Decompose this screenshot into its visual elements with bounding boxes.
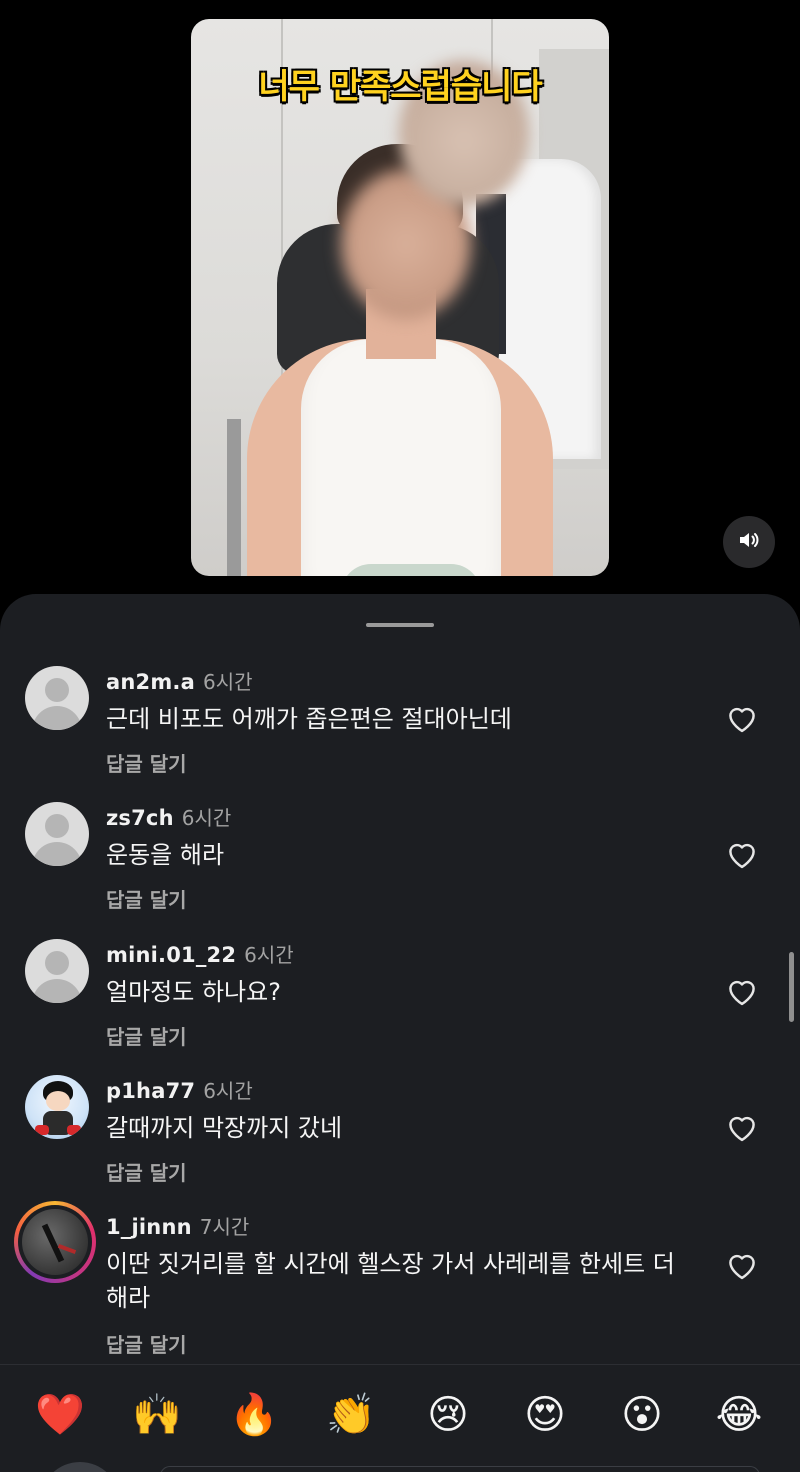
comment-time: 6시간 [181,806,232,830]
comment-text: 근데 비포도 어깨가 좁은편은 절대아닌데 [106,705,512,733]
video-player[interactable]: 너무 만족스럽습니다 [191,19,609,576]
heart-icon [725,703,759,737]
emoji-red-heart[interactable]: ❤️ [32,1387,88,1443]
comment-username[interactable]: p1ha77 [106,1079,195,1103]
comment-time: 6시간 [244,943,294,967]
comment-time: 6시간 [203,1079,253,1103]
emoji-surprised-face[interactable]: 😮 [614,1387,670,1443]
tank-top [301,339,501,576]
comment-username[interactable]: an2m.a [106,670,195,694]
drag-handle[interactable] [366,623,434,627]
comment-input[interactable] [160,1466,760,1472]
heart-icon [725,1112,759,1146]
heart-icon [725,839,759,873]
astro-boy-avatar[interactable] [25,1075,89,1139]
emoji-clapping-hands[interactable]: 👏 [323,1387,379,1443]
comment-meta: 1_jinnn 7시간 [106,1211,249,1239]
comment-text: 운동을 해라 [106,841,225,869]
emoji-fire[interactable]: 🔥 [226,1387,282,1443]
comment-meta: zs7ch 6시간 [106,802,231,830]
reply-button[interactable]: 답글 달기 [106,1157,187,1186]
reply-button[interactable]: 답글 달기 [106,884,187,913]
like-button[interactable] [724,1249,760,1285]
comment-meta: an2m.a 6시간 [106,666,253,694]
like-button[interactable] [724,1111,760,1147]
emoji-raised-hands[interactable]: 🙌 [129,1387,185,1443]
comment-item: p1ha77 6시간 갈때까지 막장까지 갔네 답글 달기 [0,1075,800,1195]
story-ring-avatar[interactable] [14,1201,96,1283]
comment-meta: mini.01_22 6시간 [106,939,294,967]
comment-item: 1_jinnn 7시간 이딴 짓거리를 할 시간에 헬스장 가서 사레레를 한세… [0,1201,800,1361]
reply-button[interactable]: 답글 달기 [106,748,187,777]
comment-item: an2m.a 6시간 근데 비포도 어깨가 좁은편은 절대아닌데 답글 달기 [0,666,800,786]
comment-meta: p1ha77 6시간 [106,1075,253,1103]
default-avatar[interactable] [25,802,89,866]
emoji-crying-face[interactable]: 😢 [420,1387,476,1443]
comment-time: 7시간 [199,1215,250,1239]
default-avatar[interactable] [25,939,89,1003]
default-avatar[interactable] [25,666,89,730]
comment-username[interactable]: mini.01_22 [106,943,236,967]
comment-username[interactable]: 1_jinnn [106,1215,192,1239]
emoji-heart-eyes[interactable]: 😍 [517,1387,573,1443]
comment-item: mini.01_22 6시간 얼마정도 하나요? 답글 달기 [0,939,800,1059]
emoji-tears-of-joy[interactable]: 😂 [711,1387,767,1443]
video-caption: 너무 만족스럽습니다 [258,67,542,107]
heart-icon [725,1250,759,1284]
like-button[interactable] [724,702,760,738]
comment-text: 갈때까지 막장까지 갔네 [106,1114,343,1142]
reply-button[interactable]: 답글 달기 [106,1021,187,1050]
comment-text: 이딴 짓거리를 할 시간에 헬스장 가서 사레레를 한세트 더 해라 [106,1250,675,1312]
comment-item: zs7ch 6시간 운동을 해라 답글 달기 [0,802,800,922]
comment-time: 6시간 [202,670,253,694]
comment-username[interactable]: zs7ch [106,806,174,830]
speaker-icon [737,528,761,556]
comment-text: 얼마정도 하나요? [106,978,281,1006]
emoji-reaction-bar: ❤️ 🙌 🔥 👏 😢 😍 😮 😂 [0,1364,800,1472]
like-button[interactable] [724,975,760,1011]
mute-button[interactable] [723,516,775,568]
chair-leg [227,419,241,576]
like-button[interactable] [724,838,760,874]
comments-sheet: an2m.a 6시간 근데 비포도 어깨가 좁은편은 절대아닌데 답글 달기 z… [0,594,800,1472]
reply-button[interactable]: 답글 달기 [106,1329,187,1358]
video-area: 너무 만족스럽습니다 [0,0,800,600]
heart-icon [725,976,759,1010]
blanket [341,564,481,576]
